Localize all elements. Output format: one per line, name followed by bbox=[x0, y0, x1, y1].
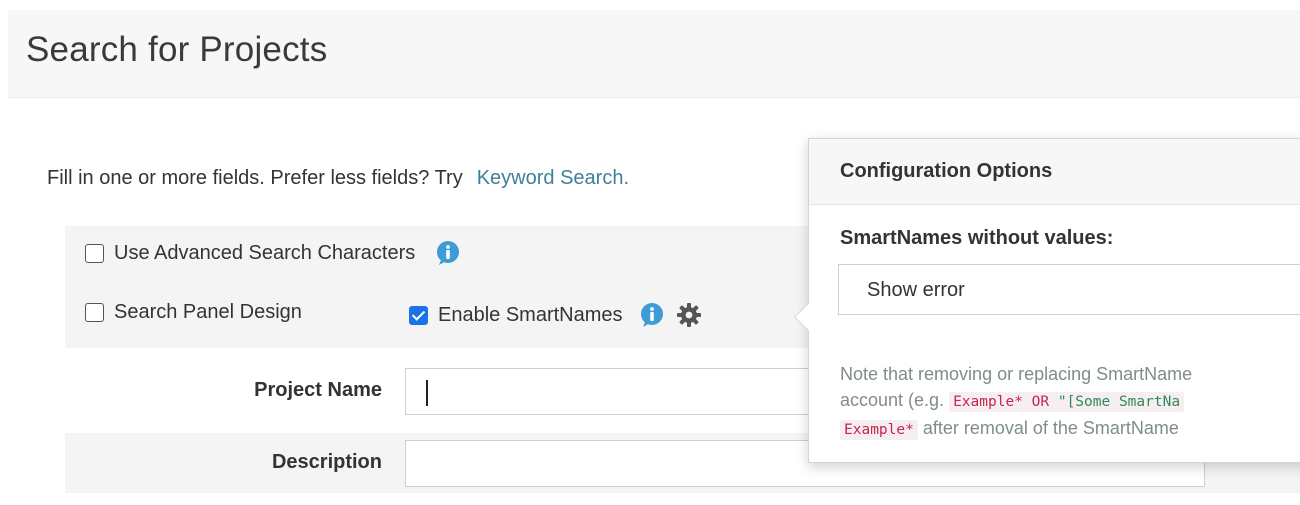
enable-smartnames-option: Enable SmartNames bbox=[409, 301, 703, 329]
info-icon[interactable] bbox=[435, 240, 461, 266]
code-token: "[Some SmartNa bbox=[1057, 394, 1181, 410]
select-value: Show error bbox=[867, 279, 965, 301]
enable-smartnames-label[interactable]: Enable SmartNames bbox=[438, 304, 623, 327]
enable-smartnames-checkbox[interactable] bbox=[409, 305, 428, 325]
keyword-search-link[interactable]: Keyword Search. bbox=[477, 167, 629, 189]
gear-icon[interactable] bbox=[675, 301, 703, 329]
smartnames-without-values-select[interactable]: Show error bbox=[838, 264, 1300, 315]
note-line-1: Note that removing or replacing SmartNam… bbox=[840, 364, 1193, 384]
smartnames-without-values-label: SmartNames without values: bbox=[840, 227, 1114, 249]
description-label: Description bbox=[271, 451, 382, 473]
advanced-search-label[interactable]: Use Advanced Search Characters bbox=[114, 242, 415, 265]
note-line-2: account (e.g. Example* OR "[Some SmartNa bbox=[840, 387, 1192, 415]
page: Search for Projects Fill in one or more … bbox=[0, 0, 1300, 505]
search-options-panel: Use Advanced Search Characters Search Pa… bbox=[65, 226, 810, 348]
code-example-2: Example* bbox=[840, 420, 918, 440]
search-panel-design-option: Search Panel Design bbox=[85, 301, 302, 324]
code-token: OR bbox=[1022, 394, 1058, 410]
configuration-options-popover: Configuration Options SmartNames without… bbox=[793, 138, 1300, 463]
intro-text: Fill in one or more fields. Prefer less … bbox=[47, 167, 463, 189]
page-header: Search for Projects bbox=[8, 10, 1300, 98]
page-title: Search for Projects bbox=[26, 30, 328, 69]
code-token: Example* bbox=[953, 394, 1023, 410]
project-name-label: Project Name bbox=[254, 379, 382, 401]
advanced-search-checkbox[interactable] bbox=[85, 243, 104, 263]
text-caret bbox=[426, 380, 428, 406]
code-example-1: Example* OR "[Some SmartNa bbox=[949, 392, 1185, 412]
info-icon[interactable] bbox=[639, 302, 665, 328]
note-line-3-suffix: after removal of the SmartName bbox=[917, 418, 1179, 438]
intro-text-row: Fill in one or more fields. Prefer less … bbox=[47, 167, 629, 190]
advanced-search-option: Use Advanced Search Characters bbox=[85, 240, 461, 266]
note-line-3: Example* after removal of the SmartName bbox=[840, 415, 1192, 443]
popover-title: Configuration Options bbox=[840, 160, 1053, 182]
search-panel-design-checkbox[interactable] bbox=[85, 303, 104, 322]
search-panel-design-label[interactable]: Search Panel Design bbox=[114, 301, 302, 324]
note-line-2-prefix: account (e.g. bbox=[840, 390, 945, 410]
popover-note: Note that removing or replacing SmartNam… bbox=[840, 361, 1192, 443]
